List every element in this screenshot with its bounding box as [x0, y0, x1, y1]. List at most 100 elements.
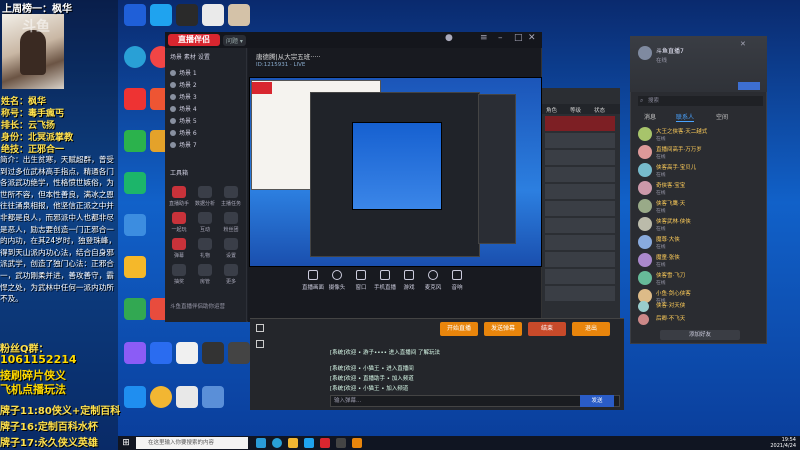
more-tool-icon[interactable]	[224, 264, 238, 276]
danmaku-tool-icon[interactable]	[172, 238, 186, 250]
game-row[interactable]	[545, 286, 615, 302]
contact-item[interactable]: 侠客高手·宝贝儿 在线	[636, 162, 764, 180]
end-button[interactable]: 结束	[528, 322, 566, 336]
fans-tool-icon[interactable]	[224, 212, 238, 224]
app-icon[interactable]	[124, 214, 146, 236]
game-row[interactable]	[545, 252, 615, 268]
minimize-icon[interactable]: –	[498, 33, 503, 43]
game-row[interactable]	[545, 167, 615, 183]
contact-item[interactable]: 奇侠客·宝宝 在线	[636, 180, 764, 198]
task-tool-icon[interactable]	[224, 186, 238, 198]
contact-item[interactable]: 魔尊·大侠 在线	[636, 234, 764, 252]
play-tool-icon[interactable]	[172, 212, 186, 224]
scene-item[interactable]: 场景 1	[170, 68, 242, 77]
qq-icon[interactable]	[150, 4, 172, 26]
lottery-tool-icon[interactable]	[172, 264, 186, 276]
maximize-icon[interactable]: □	[514, 33, 523, 43]
tab-contacts[interactable]: 联系人	[676, 112, 695, 122]
close-icon[interactable]: ✕	[528, 33, 536, 43]
checkbox[interactable]	[256, 324, 264, 332]
add-friend-button[interactable]: 添加好友	[660, 330, 740, 340]
screen-icon[interactable]	[308, 270, 318, 280]
window-icon[interactable]	[356, 270, 366, 280]
app-icon[interactable]	[202, 386, 224, 408]
tab-messages[interactable]: 消息	[644, 112, 656, 121]
sidebar-footer[interactable]: 斗鱼直播伴侣助你运营	[170, 302, 225, 310]
game-row[interactable]	[545, 218, 615, 234]
settings-tool-icon[interactable]	[224, 238, 238, 250]
menu-icon[interactable]: ≡	[480, 33, 488, 43]
app-icon[interactable]	[228, 342, 250, 364]
contact-item[interactable]: 侠客雪·飞刀 在线	[636, 270, 764, 288]
microphone-icon[interactable]	[428, 270, 438, 280]
edge-icon[interactable]	[124, 46, 146, 68]
game-icon[interactable]	[404, 270, 414, 280]
game-row[interactable]	[545, 150, 615, 166]
app-icon[interactable]	[124, 342, 146, 364]
qq-search-input[interactable]: 搜索	[638, 96, 763, 106]
taskview-icon[interactable]	[256, 438, 266, 448]
windows-start-icon[interactable]: ⊞	[120, 437, 132, 449]
contact-item[interactable]: 后卿·不飞天	[636, 313, 764, 327]
data-tool-icon[interactable]	[198, 186, 212, 198]
contact-item[interactable]: 侠客·对天侠	[636, 300, 764, 314]
scene-item[interactable]: 场景 2	[170, 80, 242, 89]
scene-item[interactable]: 场景 6	[170, 128, 242, 137]
send-danmaku-button[interactable]: 发送弹幕	[484, 322, 522, 336]
gift-tool-icon[interactable]	[198, 238, 212, 250]
contact-item[interactable]: 魔童·张侠 在线	[636, 252, 764, 270]
game-row[interactable]	[545, 235, 615, 251]
app-icon[interactable]	[124, 256, 146, 278]
app-icon[interactable]	[176, 4, 198, 26]
qq-status[interactable]: 在线	[656, 56, 667, 64]
qq-header-button[interactable]	[738, 82, 760, 90]
scene-item[interactable]: 场景 5	[170, 116, 242, 125]
admin-tool-icon[interactable]	[198, 264, 212, 276]
speaker-icon[interactable]	[452, 270, 462, 280]
file-icon[interactable]	[176, 342, 198, 364]
phone-icon[interactable]	[380, 270, 390, 280]
danmaku-input[interactable]: 输入弹幕...	[330, 395, 620, 407]
game-row[interactable]	[545, 269, 615, 285]
tab-space[interactable]: 空间	[716, 112, 728, 121]
send-button[interactable]: 发送	[580, 395, 614, 407]
app-icon[interactable]	[124, 88, 146, 110]
system-clock[interactable]: 19:54 2021/4/24	[760, 437, 796, 449]
contact-item[interactable]: 侠客飞鹰·天 在线	[636, 198, 764, 216]
app-icon[interactable]	[202, 342, 224, 364]
game-row[interactable]	[545, 133, 615, 149]
contact-item[interactable]: 大王之侠客·天二越式 在线	[636, 126, 764, 144]
assistant-tool-icon[interactable]	[172, 186, 186, 198]
app-icon[interactable]	[124, 4, 146, 26]
app-icon[interactable]	[150, 386, 172, 408]
exit-button[interactable]: 退出	[572, 322, 610, 336]
app-icon[interactable]	[150, 342, 172, 364]
file-icon[interactable]	[176, 386, 198, 408]
edge-icon[interactable]	[272, 438, 282, 448]
game-icon[interactable]	[352, 438, 362, 448]
avatar-icon[interactable]: ●	[445, 33, 453, 43]
stream-app-icon[interactable]	[320, 438, 330, 448]
game-row[interactable]	[545, 116, 615, 132]
contact-item[interactable]: 直播间高手·万万岁 在线	[636, 144, 764, 162]
game-row[interactable]	[545, 201, 615, 217]
contact-item[interactable]: 侠客武林·侠侠 在线	[636, 216, 764, 234]
game-row[interactable]	[545, 184, 615, 200]
folder-icon[interactable]	[288, 438, 298, 448]
app-icon[interactable]	[228, 4, 250, 26]
scene-item[interactable]: 场景 7	[170, 140, 242, 149]
scene-item[interactable]: 场景 3	[170, 92, 242, 101]
qq-avatar[interactable]	[638, 46, 652, 60]
app-icon[interactable]	[336, 438, 346, 448]
interact-tool-icon[interactable]	[198, 212, 212, 224]
scene-item[interactable]: 场景 4	[170, 104, 242, 113]
camera-icon[interactable]	[332, 270, 342, 280]
app-icon[interactable]	[124, 298, 146, 320]
start-live-button[interactable]: 开始直播	[440, 322, 478, 336]
close-icon[interactable]: ✕	[740, 40, 746, 48]
taskbar-search[interactable]: 在这里输入你要搜索的内容	[136, 437, 248, 449]
app-icon[interactable]	[124, 386, 146, 408]
app-icon[interactable]	[124, 130, 146, 152]
sidebar-tabs[interactable]: 场景 素材 设置	[170, 52, 210, 61]
file-icon[interactable]	[202, 4, 224, 26]
